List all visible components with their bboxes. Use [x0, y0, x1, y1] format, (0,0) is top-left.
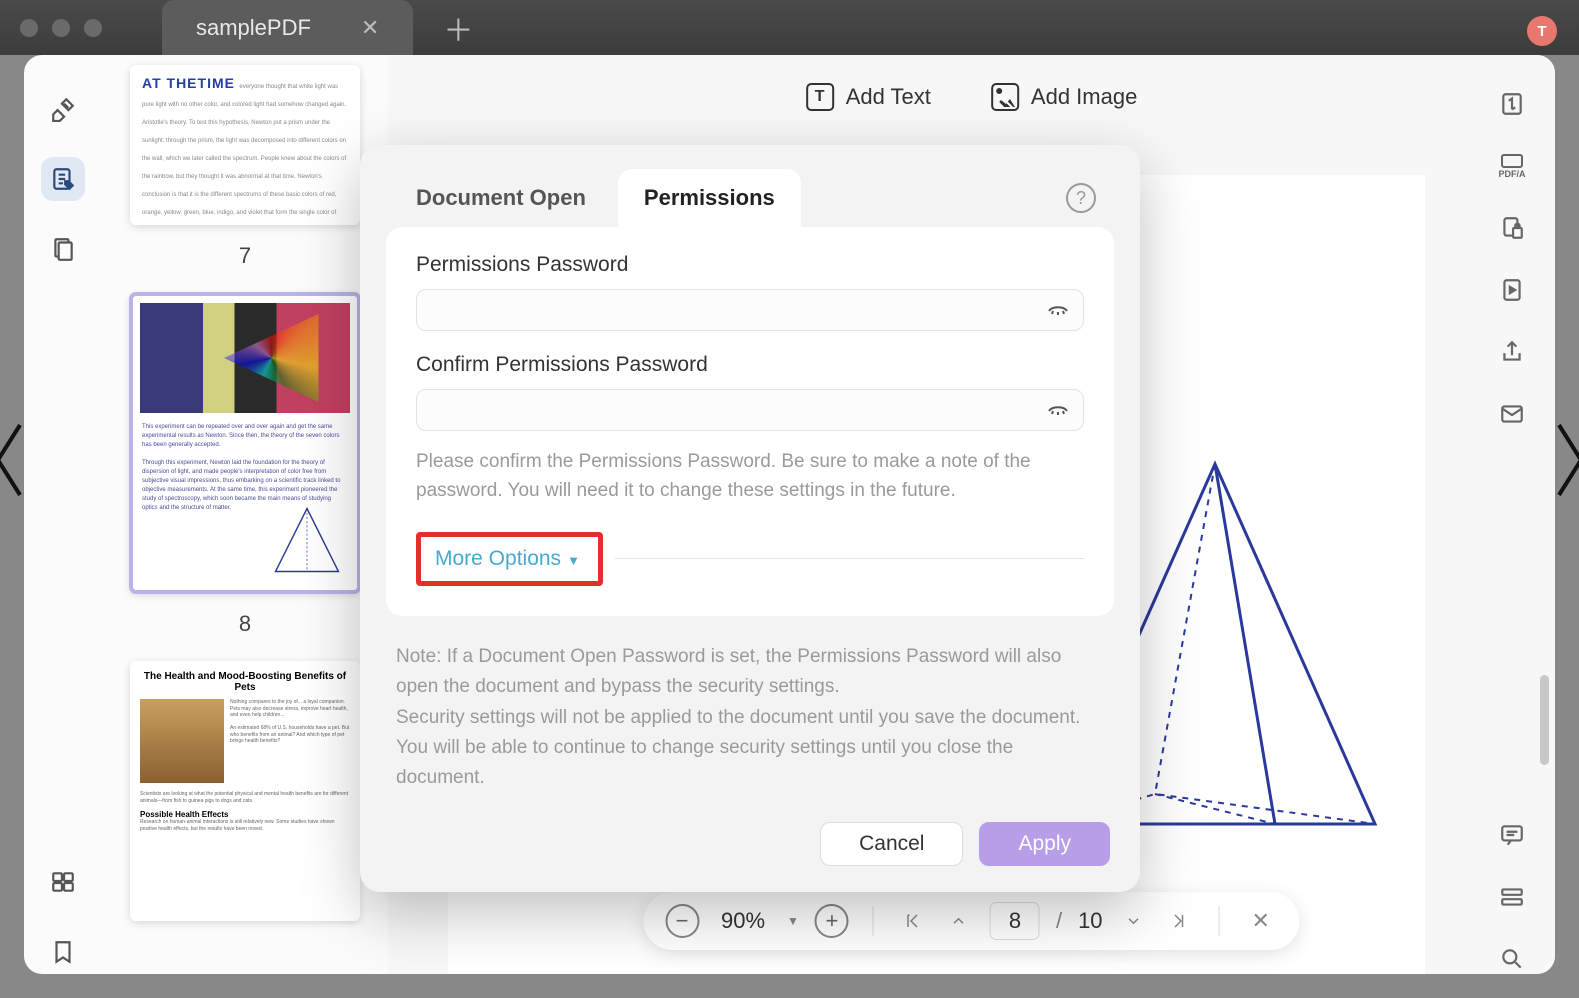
close-window-icon[interactable] — [20, 19, 38, 37]
cancel-button[interactable]: Cancel — [820, 822, 963, 866]
note-line-1: Note: If a Document Open Password is set… — [396, 642, 1104, 703]
total-pages: 10 — [1078, 908, 1102, 934]
thumb9-heading: The Health and Mood-Boosting Benefits of… — [140, 671, 350, 693]
thumbnail-page-7[interactable]: AT THETIME everyone thought that white l… — [130, 65, 360, 225]
left-sidebar — [24, 55, 102, 974]
add-text-label: Add Text — [846, 84, 931, 110]
share-icon[interactable] — [1497, 337, 1527, 367]
thumb7-heading: AT THETIME — [142, 75, 235, 91]
form-fields-icon[interactable] — [41, 860, 85, 904]
new-tab-button[interactable]: ＋ — [443, 6, 473, 50]
comment-panel-icon[interactable] — [1497, 820, 1527, 850]
thumb9-text3: Research on human-animal interactions is… — [140, 819, 350, 832]
dialog-tabs: Document Open Permissions ? — [360, 145, 1140, 227]
close-toolbar-button[interactable]: ✕ — [1244, 908, 1278, 934]
right-sidebar: PDF/A — [1469, 55, 1555, 974]
thumb9-image — [140, 699, 224, 783]
thumb8-image — [140, 303, 350, 413]
minimize-window-icon[interactable] — [52, 19, 70, 37]
bottom-toolbar: − 90% ▼ + / 10 ✕ — [643, 892, 1300, 950]
thumbnail-page-8[interactable]: This experiment can be repeated over and… — [130, 293, 360, 593]
permissions-panel: Permissions Password Confirm Permissions… — [386, 227, 1114, 616]
text-icon: T — [806, 83, 834, 111]
dialog-notes: Note: If a Document Open Password is set… — [396, 642, 1104, 794]
tab-title: samplePDF — [196, 15, 311, 41]
scrollbar-thumb[interactable] — [1540, 675, 1549, 765]
last-page-button[interactable] — [1165, 912, 1195, 930]
separator — [873, 906, 874, 936]
permissions-password-label: Permissions Password — [416, 253, 1084, 277]
thumb9-text2: Scientists are looking at what the poten… — [140, 791, 350, 804]
note-line-2: Security settings will not be applied to… — [396, 703, 1104, 794]
highlighter-tool-icon[interactable] — [41, 87, 85, 131]
security-icon[interactable] — [1497, 213, 1527, 243]
bookmark-icon[interactable] — [41, 930, 85, 974]
pdfa-icon[interactable]: PDF/A — [1494, 151, 1530, 181]
properties-panel-icon[interactable] — [1497, 882, 1527, 912]
prev-screenshot-arrow[interactable] — [0, 420, 30, 500]
edit-toolbar: T Add Text Add Image — [806, 83, 1138, 111]
permissions-password-input[interactable] — [416, 289, 1084, 331]
add-image-label: Add Image — [1031, 84, 1137, 110]
more-options-toggle[interactable]: More Options ▼ — [435, 547, 580, 570]
page-separator: / — [1056, 908, 1062, 934]
window-controls — [20, 19, 102, 37]
thumbnail-panel: AT THETIME everyone thought that white l… — [102, 55, 388, 974]
security-dialog: Document Open Permissions ? Permissions … — [360, 145, 1140, 892]
titlebar: samplePDF ✕ ＋ T — [0, 0, 1579, 55]
more-options-label: More Options — [435, 547, 561, 570]
confirm-password-input[interactable] — [416, 389, 1084, 431]
thumb8-number: 8 — [239, 611, 251, 637]
avatar-initial: T — [1537, 23, 1546, 40]
add-text-button[interactable]: T Add Text — [806, 83, 931, 111]
zoom-out-button[interactable]: − — [665, 904, 699, 938]
chevron-down-icon: ▼ — [567, 553, 580, 568]
thumbnail-page-9[interactable]: The Health and Mood-Boosting Benefits of… — [130, 661, 360, 921]
toggle-visibility-icon[interactable] — [1046, 297, 1070, 321]
prev-page-button[interactable] — [944, 912, 974, 930]
next-page-button[interactable] — [1119, 912, 1149, 930]
image-icon — [991, 83, 1019, 111]
thumb8-pyramid-icon — [272, 505, 342, 575]
apply-button[interactable]: Apply — [979, 822, 1110, 866]
tab-permissions[interactable]: Permissions — [618, 169, 801, 227]
first-page-button[interactable] — [898, 912, 928, 930]
fullscreen-window-icon[interactable] — [84, 19, 102, 37]
email-icon[interactable] — [1497, 399, 1527, 429]
avatar[interactable]: T — [1527, 16, 1557, 46]
page-organize-icon[interactable] — [41, 227, 85, 271]
toggle-visibility-icon[interactable] — [1046, 397, 1070, 421]
zoom-dropdown-icon[interactable]: ▼ — [787, 914, 799, 928]
document-tab[interactable]: samplePDF ✕ — [162, 0, 413, 55]
thumb8-text: This experiment can be repeated over and… — [130, 423, 360, 513]
separator — [1219, 906, 1220, 936]
edit-tool-icon[interactable] — [41, 157, 85, 201]
page-number-input[interactable] — [990, 902, 1040, 940]
more-options-highlight: More Options ▼ — [416, 532, 603, 586]
close-tab-icon[interactable]: ✕ — [361, 15, 379, 41]
help-icon[interactable]: ? — [1066, 183, 1096, 213]
zoom-in-button[interactable]: + — [815, 904, 849, 938]
pdfa-label: PDF/A — [1499, 169, 1526, 179]
thumb7-text: everyone thought that white light was pu… — [142, 84, 346, 225]
thumb9-section: Possible Health Effects — [140, 810, 350, 819]
add-image-button[interactable]: Add Image — [991, 83, 1137, 111]
tab-document-open[interactable]: Document Open — [390, 169, 612, 227]
zoom-level[interactable]: 90% — [715, 908, 771, 934]
confirm-password-hint: Please confirm the Permissions Password.… — [416, 447, 1084, 506]
confirm-password-label: Confirm Permissions Password — [416, 353, 1084, 377]
divider — [615, 558, 1084, 559]
slideshow-icon[interactable] — [1497, 275, 1527, 305]
convert-icon[interactable] — [1497, 89, 1527, 119]
next-screenshot-arrow[interactable] — [1549, 420, 1579, 500]
thumb7-number: 7 — [239, 243, 251, 269]
search-icon[interactable] — [1497, 944, 1527, 974]
